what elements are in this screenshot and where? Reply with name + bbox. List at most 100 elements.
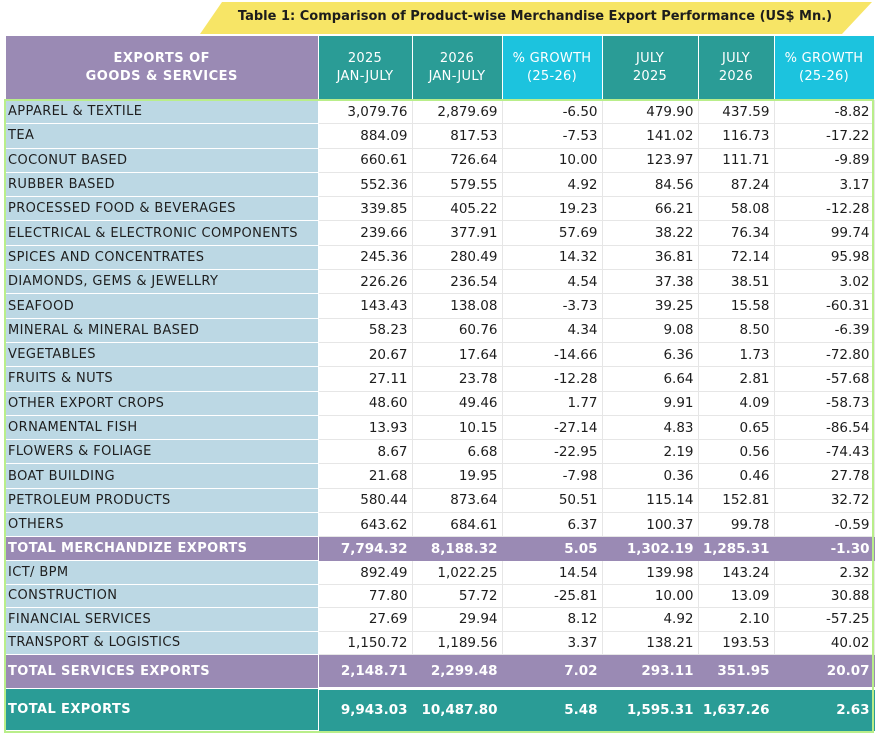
cell-growth-jan-july: 50.51 (502, 488, 603, 514)
cell-2026-jan-july: 1,022.25 (412, 560, 503, 585)
row-label: RUBBER BASED (6, 172, 319, 198)
cell-2025-jan-july: 245.36 (318, 245, 413, 271)
header-label-line-1: EXPORTS OF (113, 51, 211, 66)
cell-2025-jan-july: 552.36 (318, 172, 413, 198)
cell-2026-jan-july: 817.53 (412, 123, 503, 149)
cell-july-2026: 2.10 (698, 607, 775, 632)
cell-july-2025: 4.92 (602, 607, 699, 632)
header-c3-line-2: (25-26) (526, 69, 578, 84)
cell-july-2025: 37.38 (602, 269, 699, 295)
cell-growth-july: -72.80 (774, 342, 875, 368)
cell-growth-july: -17.22 (774, 123, 875, 149)
header-c6-line-2: (25-26) (798, 69, 850, 84)
table-row: FINANCIAL SERVICES 27.69 29.94 8.12 4.92… (6, 607, 875, 632)
cell-july-2026: 193.53 (698, 631, 775, 655)
cell-growth-jan-july: 4.34 (502, 318, 603, 343)
cell-growth-jan-july: 3.37 (502, 631, 603, 655)
header-2026-jan-july: 2026 JAN-JULY (412, 36, 503, 100)
row-label: SEAFOOD (6, 293, 319, 319)
cell-july-2025: 4.83 (602, 415, 699, 441)
table-title: Table 1: Comparison of Product-wise Merc… (237, 9, 833, 24)
cell-2025-jan-july: 339.85 (318, 196, 413, 222)
cell-growth-july: -57.25 (774, 607, 875, 632)
cell-2026-jan-july: 2,879.69 (412, 100, 503, 125)
cell-2026-jan-july: 19.95 (412, 463, 503, 489)
cell-growth-july: 30.88 (774, 584, 875, 609)
cell-july-2026: 143.24 (698, 560, 775, 585)
cell-july-2025: 139.98 (602, 560, 699, 585)
cell-july-2025: 141.02 (602, 123, 699, 149)
cell-july-2026: 0.56 (698, 439, 775, 465)
cell-growth-jan-july: 7.02 (502, 654, 603, 690)
cell-growth-july: -6.39 (774, 318, 875, 343)
header-july-2025: JULY 2025 (602, 36, 699, 100)
cell-2025-jan-july: 13.93 (318, 415, 413, 441)
cell-july-2025: 6.36 (602, 342, 699, 368)
cell-growth-july: -12.28 (774, 196, 875, 222)
cell-2026-jan-july: 10.15 (412, 415, 503, 441)
cell-2025-jan-july: 580.44 (318, 488, 413, 514)
table-row: DIAMONDS, GEMS & JEWELLRY 226.26 236.54 … (6, 269, 875, 295)
cell-july-2025: 10.00 (602, 584, 699, 609)
cell-2026-jan-july: 6.68 (412, 439, 503, 465)
cell-growth-jan-july: -22.95 (502, 439, 603, 465)
cell-2026-jan-july: 726.64 (412, 148, 503, 173)
cell-growth-jan-july: -14.66 (502, 342, 603, 368)
cell-growth-jan-july: 19.23 (502, 196, 603, 222)
table-row: MINERAL & MINERAL BASED 58.23 60.76 4.34… (6, 318, 875, 343)
cell-growth-jan-july: -7.53 (502, 123, 603, 149)
cell-2026-jan-july: 10,487.80 (412, 688, 503, 731)
cell-growth-jan-july: 5.48 (502, 688, 603, 731)
cell-2026-jan-july: 138.08 (412, 293, 503, 319)
cell-2026-jan-july: 236.54 (412, 269, 503, 295)
cell-2025-jan-july: 21.68 (318, 463, 413, 489)
cell-2025-jan-july: 892.49 (318, 560, 413, 585)
cell-july-2026: 13.09 (698, 584, 775, 609)
cell-july-2026: 1,637.26 (698, 688, 775, 731)
cell-growth-july: -57.68 (774, 366, 875, 392)
cell-growth-jan-july: 1.77 (502, 391, 603, 416)
row-label: TEA (6, 123, 319, 149)
row-label: FLOWERS & FOLIAGE (6, 439, 319, 465)
header-growth-jan-july: % GROWTH (25-26) (502, 36, 603, 100)
cell-growth-july: 20.07 (774, 654, 875, 690)
cell-growth-jan-july: 8.12 (502, 607, 603, 632)
cell-2025-jan-july: 27.11 (318, 366, 413, 392)
cell-growth-july: 3.17 (774, 172, 875, 198)
cell-july-2025: 84.56 (602, 172, 699, 198)
cell-growth-july: 32.72 (774, 488, 875, 514)
total-services-row: TOTAL SERVICES EXPORTS 2,148.71 2,299.48… (6, 654, 875, 690)
table-row: SEAFOOD 143.43 138.08 -3.73 39.25 15.58 … (6, 293, 875, 319)
cell-growth-jan-july: -12.28 (502, 366, 603, 392)
cell-july-2026: 111.71 (698, 148, 775, 173)
cell-july-2025: 2.19 (602, 439, 699, 465)
cell-growth-july: -0.59 (774, 512, 875, 538)
cell-growth-july: -1.30 (774, 536, 875, 562)
cell-growth-july: 2.63 (774, 688, 875, 731)
cell-july-2026: 38.51 (698, 269, 775, 295)
total-merchandize-row: TOTAL MERCHANDIZE EXPORTS 7,794.32 8,188… (6, 536, 875, 562)
cell-2026-jan-july: 8,188.32 (412, 536, 503, 562)
cell-july-2025: 479.90 (602, 100, 699, 125)
table-row: ORNAMENTAL FISH 13.93 10.15 -27.14 4.83 … (6, 415, 875, 441)
cell-july-2026: 87.24 (698, 172, 775, 198)
cell-july-2025: 36.81 (602, 245, 699, 271)
cell-growth-july: 3.02 (774, 269, 875, 295)
cell-july-2025: 115.14 (602, 488, 699, 514)
cell-2025-jan-july: 643.62 (318, 512, 413, 538)
cell-2026-jan-july: 280.49 (412, 245, 503, 271)
row-label: OTHERS (6, 512, 319, 538)
cell-2025-jan-july: 884.09 (318, 123, 413, 149)
cell-july-2026: 1,285.31 (698, 536, 775, 562)
row-label: FINANCIAL SERVICES (6, 607, 319, 632)
cell-july-2025: 9.91 (602, 391, 699, 416)
cell-growth-jan-july: 57.69 (502, 220, 603, 246)
cell-july-2026: 72.14 (698, 245, 775, 271)
table-row: APPAREL & TEXTILE 3,079.76 2,879.69 -6.5… (6, 100, 875, 125)
cell-growth-jan-july: -25.81 (502, 584, 603, 609)
cell-2026-jan-july: 579.55 (412, 172, 503, 198)
table-row: OTHER EXPORT CROPS 48.60 49.46 1.77 9.91… (6, 391, 875, 416)
cell-2025-jan-july: 1,150.72 (318, 631, 413, 655)
cell-july-2026: 1.73 (698, 342, 775, 368)
row-label: ICT/ BPM (6, 560, 319, 585)
